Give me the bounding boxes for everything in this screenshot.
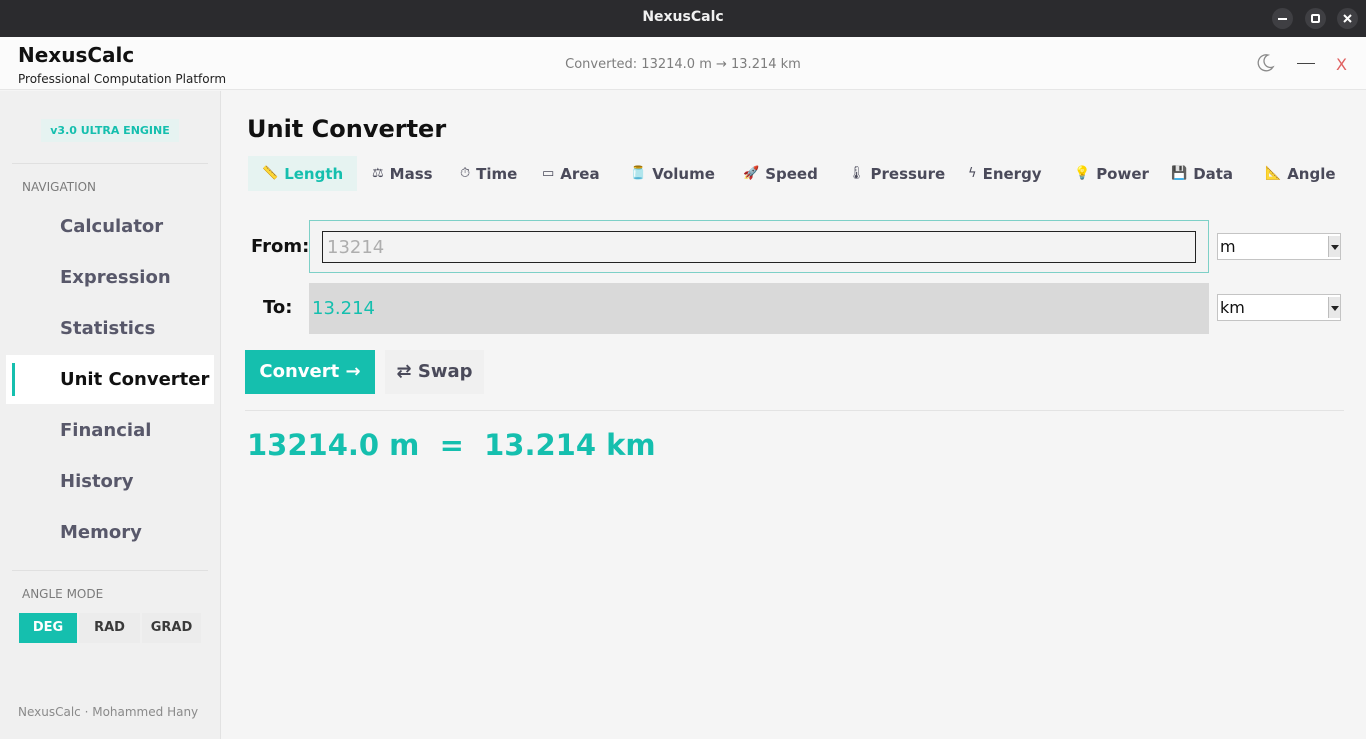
sidebar-item-unit-converter[interactable]: Unit Converter: [6, 355, 214, 404]
sidebar-divider: [12, 163, 208, 164]
tab-pressure[interactable]: 🌡 Pressure: [834, 156, 959, 191]
thermometer-icon: 🌡: [848, 166, 865, 181]
tab-speed[interactable]: 🚀 Speed: [729, 156, 832, 191]
angle-mode-grad[interactable]: GRAD: [142, 613, 201, 643]
sidebar-item-memory[interactable]: Memory: [6, 508, 214, 557]
tab-area[interactable]: ▭ Area: [528, 156, 614, 191]
to-unit-select[interactable]: km: [1217, 294, 1341, 321]
version-badge: v3.0 ULTRA ENGINE: [41, 119, 179, 142]
window-minimize-button[interactable]: [1272, 8, 1293, 29]
app-minimize-button[interactable]: [1297, 63, 1315, 64]
conversion-result: 13214.0 m = 13.214 km: [247, 428, 656, 462]
tab-label: Energy: [982, 164, 1042, 183]
tab-label: Mass: [389, 164, 433, 183]
lightbulb-icon: 💡: [1074, 166, 1091, 181]
result-divider: [245, 410, 1344, 411]
tab-label: Data: [1193, 164, 1234, 183]
footer-credit: NexusCalc · Mohammed Hany: [18, 705, 199, 719]
sidebar-item-statistics[interactable]: Statistics: [6, 304, 214, 353]
tab-label: Time: [476, 164, 518, 183]
from-value-input[interactable]: [322, 231, 1196, 263]
to-unit-value: km: [1220, 298, 1245, 317]
sidebar: v3.0 ULTRA ENGINE NAVIGATION Calculator …: [0, 91, 221, 739]
tab-label: Length: [284, 164, 344, 183]
from-input-frame: [309, 220, 1209, 273]
stopwatch-icon: ⏱: [460, 166, 471, 181]
set-square-icon: 📐: [1265, 166, 1282, 181]
tab-energy[interactable]: ϟ Energy: [954, 156, 1056, 191]
tab-label: Power: [1096, 164, 1149, 183]
rocket-icon: 🚀: [743, 166, 760, 181]
from-unit-value: m: [1220, 237, 1236, 256]
tab-volume[interactable]: 🫙 Volume: [616, 156, 729, 191]
window-close-button[interactable]: [1337, 8, 1358, 29]
tab-power[interactable]: 💡 Power: [1060, 156, 1163, 191]
page-title: Unit Converter: [247, 115, 447, 143]
sidebar-item-calculator[interactable]: Calculator: [6, 202, 214, 251]
angle-mode-deg[interactable]: DEG: [19, 613, 77, 643]
jar-icon: 🫙: [630, 166, 647, 181]
angle-mode-rad[interactable]: RAD: [79, 613, 140, 643]
sidebar-item-expression[interactable]: Expression: [6, 253, 214, 302]
floppy-disk-icon: 💾: [1171, 166, 1188, 181]
tab-data[interactable]: 💾 Data: [1157, 156, 1247, 191]
lightning-icon: ϟ: [968, 166, 977, 181]
window-maximize-button[interactable]: [1305, 8, 1326, 29]
sidebar-item-history[interactable]: History: [6, 457, 214, 506]
tab-time[interactable]: ⏱ Time: [446, 156, 531, 191]
nav-heading: NAVIGATION: [22, 180, 97, 194]
app-header: NexusCalc Professional Computation Platf…: [0, 37, 1366, 90]
to-value-output: 13.214: [309, 283, 1209, 334]
tab-label: Volume: [652, 164, 715, 183]
swap-button[interactable]: ⇄ Swap: [385, 350, 484, 394]
tab-label: Angle: [1287, 164, 1336, 183]
from-unit-select[interactable]: m: [1217, 233, 1341, 260]
ruler-icon: 📏: [262, 166, 279, 181]
chevron-down-icon: [1328, 236, 1340, 257]
status-message: Converted: 13214.0 m → 13.214 km: [565, 57, 801, 72]
main-panel: Unit Converter 📏 Length ⚖ Mass ⏱ Time ▭ …: [222, 91, 1366, 739]
from-label: From:: [251, 236, 310, 257]
theme-toggle-moon-icon[interactable]: [1255, 53, 1275, 73]
window-title: NexusCalc: [642, 9, 724, 25]
chevron-down-icon: [1328, 297, 1340, 318]
tab-label: Pressure: [870, 164, 946, 183]
to-label: To:: [263, 297, 293, 318]
tab-label: Area: [560, 164, 600, 183]
rectangle-icon: ▭: [542, 166, 555, 181]
os-titlebar: NexusCalc: [0, 0, 1366, 37]
tab-angle[interactable]: 📐 Angle: [1251, 156, 1350, 191]
scale-icon: ⚖: [372, 166, 384, 181]
close-icon: [1343, 14, 1352, 23]
app-subtitle: Professional Computation Platform: [18, 72, 227, 86]
tab-mass[interactable]: ⚖ Mass: [358, 156, 447, 191]
tab-label: Speed: [765, 164, 818, 183]
convert-button[interactable]: Convert →: [245, 350, 375, 394]
sidebar-divider: [12, 570, 208, 571]
app-close-button[interactable]: X: [1336, 55, 1347, 74]
angle-mode-heading: ANGLE MODE: [22, 587, 104, 601]
sidebar-item-financial[interactable]: Financial: [6, 406, 214, 455]
tab-length[interactable]: 📏 Length: [248, 156, 358, 191]
